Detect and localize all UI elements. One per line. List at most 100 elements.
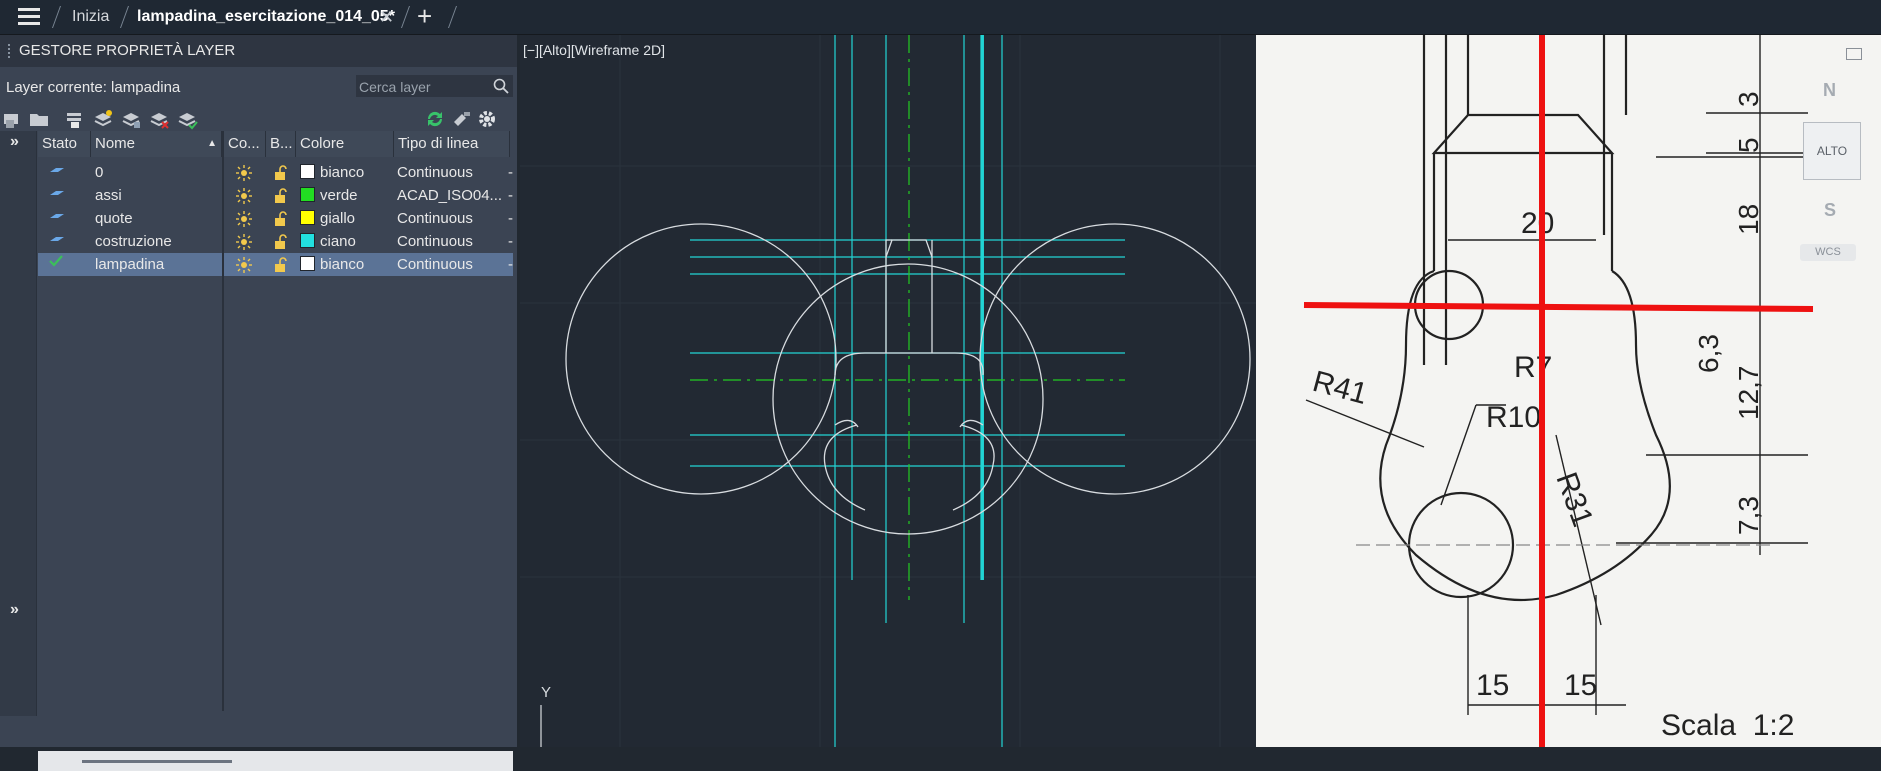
new-layer-vp-icon[interactable] <box>120 108 142 130</box>
expand-bottom-icon[interactable]: » <box>10 601 19 619</box>
delete-layer-icon[interactable] <box>148 108 170 130</box>
layer-row[interactable]: assi verde ACAD_ISO04... - <box>38 184 513 207</box>
column-header-tipo[interactable]: Tipo di linea <box>394 131 510 157</box>
layer-status-icon[interactable] <box>48 161 66 184</box>
horizontal-scrollbar[interactable] <box>38 751 513 771</box>
layer-search-input[interactable] <box>356 75 491 99</box>
ucs-y-label: Y <box>541 684 552 701</box>
refresh-icon[interactable] <box>424 108 446 130</box>
panel-title-bar[interactable]: GESTORE PROPRIETÀ LAYER <box>0 35 517 67</box>
layer-linetype[interactable]: ACAD_ISO04... <box>397 184 503 207</box>
layer-row[interactable]: lampadina bianco Continuous - <box>38 253 513 276</box>
unlock-icon[interactable] <box>274 207 288 230</box>
settings-brush-icon[interactable] <box>450 108 472 130</box>
viewport-controls-label[interactable]: [−][Alto][Wireframe 2D] <box>523 42 665 58</box>
layer-name: costruzione <box>95 233 172 250</box>
set-current-icon[interactable] <box>176 108 198 130</box>
search-icon[interactable] <box>493 78 509 94</box>
color-name: giallo <box>320 210 356 227</box>
dim-7-3: 7,3 <box>1733 496 1764 535</box>
current-layer-label: Layer corrente: lampadina <box>6 79 181 96</box>
trailing-dash: - <box>508 210 513 227</box>
sort-asc-icon: ▲ <box>207 138 217 149</box>
drawing-viewport[interactable] <box>520 35 1256 747</box>
drawing-canvas[interactable] <box>520 35 1256 747</box>
color-swatch <box>300 233 315 248</box>
layer-status-icon[interactable] <box>48 207 66 230</box>
radius-r41: R41 <box>1309 365 1371 411</box>
layer-status-icon[interactable] <box>48 184 66 207</box>
tab-separator <box>400 6 411 28</box>
pane-divider[interactable] <box>222 131 224 711</box>
layer-color[interactable]: bianco <box>300 253 364 276</box>
close-tab-icon[interactable]: ✕ <box>379 0 394 34</box>
layer-row[interactable]: quote giallo Continuous - <box>38 207 513 230</box>
color-swatch <box>300 187 315 202</box>
new-tab-button[interactable]: + <box>417 0 432 34</box>
navcube-south[interactable]: S <box>1824 200 1836 221</box>
dim-3: 3 <box>1733 91 1764 107</box>
scroll-thumb[interactable] <box>82 760 232 763</box>
viewport-minimize-icon[interactable] <box>1846 48 1862 60</box>
sun-icon[interactable] <box>236 184 252 207</box>
sun-icon[interactable] <box>236 207 252 230</box>
grip-icon[interactable] <box>8 44 13 58</box>
layer-color[interactable]: verde <box>300 184 358 207</box>
tab-drawing[interactable]: lampadina_esercitazione_014_05* <box>137 0 395 34</box>
menu-icon[interactable] <box>18 8 40 26</box>
trailing-dash: - <box>508 233 513 250</box>
column-header-colore[interactable]: Colore <box>296 131 394 157</box>
reference-drawing-image: 3 5 18 20 6,3 12,7 7,3 R41 R10 R7 R31 15… <box>1256 35 1881 747</box>
filter-tree-pane: » » <box>0 131 37 716</box>
axis-lines <box>690 35 1125 600</box>
column-header-stato[interactable]: Stato <box>38 131 91 157</box>
current-layer-check-icon[interactable] <box>48 253 64 276</box>
sun-icon[interactable] <box>236 161 252 184</box>
column-header-co[interactable]: Co... <box>224 131 266 157</box>
trailing-dash: - <box>508 187 513 204</box>
layer-color[interactable]: giallo <box>300 207 355 230</box>
layer-linetype[interactable]: Continuous <box>397 230 503 253</box>
layer-status-icon[interactable] <box>48 230 66 253</box>
color-name: bianco <box>320 164 365 181</box>
color-swatch <box>300 210 315 225</box>
sun-icon[interactable] <box>236 253 252 276</box>
new-filter-icon[interactable] <box>2 108 24 130</box>
layer-color[interactable]: bianco <box>300 161 364 184</box>
layer-search[interactable] <box>356 75 513 99</box>
bulb-geometry <box>565 223 1251 535</box>
navcube-north[interactable]: N <box>1823 80 1836 101</box>
expand-filter-icon[interactable]: » <box>10 133 19 151</box>
ref-outline <box>1379 35 1671 602</box>
layer-row[interactable]: costruzione ciano Continuous - <box>38 230 513 253</box>
navcube-face-top[interactable]: ALTO <box>1803 122 1861 180</box>
column-header-b[interactable]: B... <box>266 131 296 157</box>
tab-inizia[interactable]: Inizia <box>72 0 109 34</box>
ref-dimension-texts: 3 5 18 20 6,3 12,7 7,3 R41 R10 R7 R31 15… <box>1309 91 1794 742</box>
color-name: verde <box>320 187 358 204</box>
layer-linetype[interactable]: Continuous <box>397 161 503 184</box>
radius-r7: R7 <box>1514 351 1552 384</box>
construction-lines <box>690 35 1125 747</box>
unlock-icon[interactable] <box>274 161 288 184</box>
unlock-icon[interactable] <box>274 230 288 253</box>
gear-icon[interactable] <box>476 108 498 130</box>
dim-12-7: 12,7 <box>1733 366 1764 421</box>
unlock-icon[interactable] <box>274 253 288 276</box>
folder-icon[interactable] <box>28 108 50 130</box>
layer-linetype[interactable]: Continuous <box>397 207 503 230</box>
unlock-icon[interactable] <box>274 184 288 207</box>
dim-5: 5 <box>1733 137 1764 153</box>
sun-icon[interactable] <box>236 230 252 253</box>
layer-linetype[interactable]: Continuous <box>397 253 503 276</box>
dim-20: 20 <box>1521 207 1554 240</box>
tab-separator <box>51 6 62 28</box>
color-swatch <box>300 164 315 179</box>
new-layer-icon[interactable] <box>92 108 114 130</box>
nome-label: Nome <box>95 135 136 152</box>
column-header-nome[interactable]: Nome ▲ <box>91 131 222 157</box>
wcs-menu[interactable]: WCS <box>1800 244 1856 261</box>
layer-color[interactable]: ciano <box>300 230 356 253</box>
layer-states-icon[interactable] <box>63 108 85 130</box>
layer-row[interactable]: 0 bianco Continuous - <box>38 161 513 184</box>
